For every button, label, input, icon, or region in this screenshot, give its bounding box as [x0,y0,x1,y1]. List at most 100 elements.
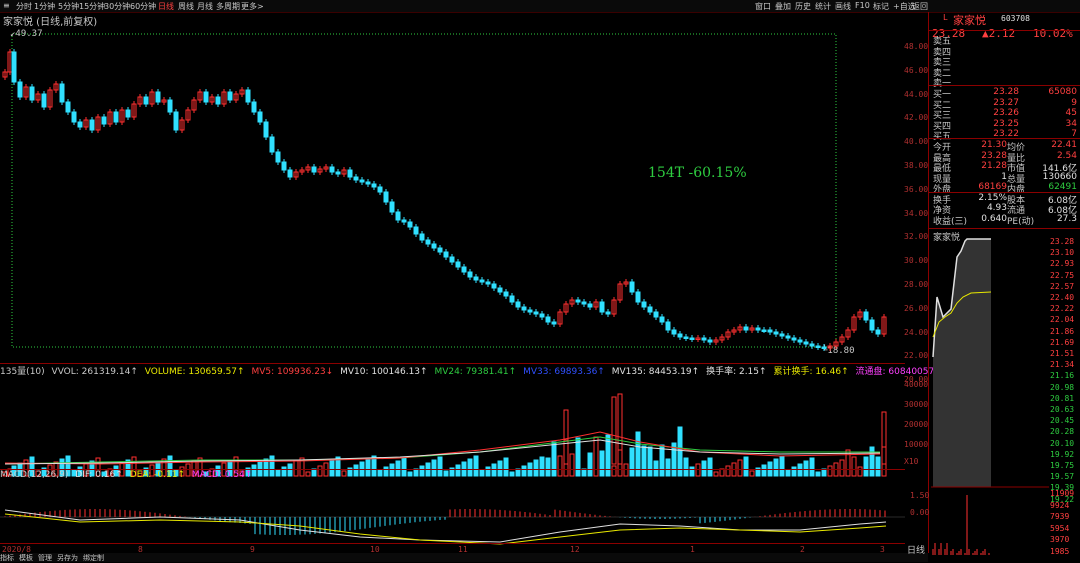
volume-bar [623,463,629,477]
row-value: 23.26 [993,108,1019,118]
candle-body [599,301,605,313]
period-tab-9[interactable]: 多周期 [216,1,240,12]
row-value: 23.28 [993,87,1019,97]
volume-bar [443,470,449,477]
candle-body [479,279,485,283]
bottom-tab-2[interactable]: 管理 [38,554,52,562]
mini-volume-tick: 1985 [1050,546,1070,556]
period-tab-0[interactable]: 分时 [16,1,32,12]
menu-icon[interactable]: ≡ [3,1,10,10]
candle-body [113,111,119,123]
candle-body [605,311,611,315]
bottom-tab-4[interactable]: 绑定制 [83,554,104,562]
price-tick: 26.00 [904,303,929,313]
candle-body [485,281,491,285]
price-tick: 42.00 [904,113,929,123]
candle-body [359,179,365,183]
candle-body [419,233,425,241]
candle-body [545,316,551,323]
toolbar-action-6[interactable]: 标记 [873,1,889,12]
volume-bar [647,446,653,477]
mini-price-tick: 19.75 [1050,461,1075,470]
volume-bar [269,455,275,477]
candle-body [875,329,881,335]
candle-body [785,335,791,339]
volume-bar [821,468,827,477]
candle-body [167,99,173,113]
row-value-2: 2.54 [1056,150,1077,161]
volume-bar [311,468,317,477]
period-tab-1[interactable]: 1分钟 [34,1,55,12]
volume-bar [761,464,767,477]
toolbar-action-8[interactable]: 返回 [912,1,928,12]
period-tab-10[interactable]: 更多> [241,1,264,12]
candle-body [437,247,443,253]
cum-turnover-value: 累计换手: 16.46↑ [773,367,849,377]
volume-bar [503,457,509,477]
stock-name: 家家悦 [953,14,986,27]
intraday-mini-chart[interactable] [931,237,1049,557]
candle-body [587,303,593,308]
candle-body [425,239,431,245]
price-tick: 34.00 [904,208,929,218]
mini-period-tab[interactable]: 日线 [907,543,925,556]
bottom-tab-0[interactable]: 指标 [0,554,14,562]
candle-body [77,121,83,128]
candle-body [227,91,233,101]
candle-body [497,287,503,293]
bottom-tab-3[interactable]: 另存为 [57,554,78,562]
period-tab-4[interactable]: 30分钟 [104,1,130,12]
candle-body [71,111,77,123]
period-tab-8[interactable]: 月线 [197,1,213,12]
divider [0,543,905,544]
candle-body [413,226,419,235]
mini-price-tick: 22.93 [1050,259,1075,269]
toolbar-action-1[interactable]: 叠加 [775,1,791,12]
volume-bar [563,409,569,465]
volume-tick: 30000 [904,400,929,409]
toolbar-action-3[interactable]: 统计 [815,1,831,12]
mini-price-tick: 21.34 [1050,360,1075,370]
candle-body [677,333,683,338]
toolbar-action-4[interactable]: 画线 [835,1,851,12]
volume-bar [365,458,371,477]
candle-body [203,91,209,103]
candle-body [335,171,341,175]
row-value: 23.25 [993,118,1019,129]
macd-tick: 0.00 [910,508,930,517]
price-tick: 22.00 [904,351,929,361]
stat-row-3: 现量 1 总量 130660 [933,172,1079,185]
volume-bar [575,437,581,477]
period-tab-6[interactable]: 日线 [158,1,174,12]
volume-bar [797,463,803,477]
candle-body [803,341,809,345]
period-tab-7[interactable]: 周线 [178,1,194,12]
candle-body [707,339,713,343]
candle-body [509,295,515,303]
volume-bar [329,459,335,477]
volume-bar [839,459,845,477]
stat-row-5: 换手 2.15% 股本 6.08亿 [933,193,1079,206]
period-tab-3[interactable]: 15分钟 [79,1,105,12]
toolbar-action-0[interactable]: 窗口 [755,1,771,12]
period-tab-5[interactable]: 60分钟 [130,1,156,12]
bottom-tab-1[interactable]: 模板 [19,554,33,562]
candle-body [59,83,65,103]
indicator-name[interactable]: 135量(10) [0,367,45,377]
buy-level-3: 买四 23.25 34 [933,118,1079,132]
candle-body [473,276,479,281]
volume-bar [617,449,623,477]
candle-body [449,256,455,263]
period-tab-2[interactable]: 5分钟 [58,1,79,12]
toolbar-action-2[interactable]: 历史 [795,1,811,12]
candle-body [41,93,47,108]
indicator-name[interactable]: MACD(12,26,9) [0,470,68,480]
candle-body [377,186,383,193]
price-tick: 30.00 [904,256,929,266]
price-tick: 36.00 [904,184,929,194]
toolbar-action-5[interactable]: F10 [855,1,870,10]
candle-body [689,337,695,340]
mv24-value: MV24: 79381.41↑ [434,367,517,377]
mini-price-tick: 22.40 [1050,293,1075,302]
mini-price-tick: 22.57 [1050,281,1075,291]
